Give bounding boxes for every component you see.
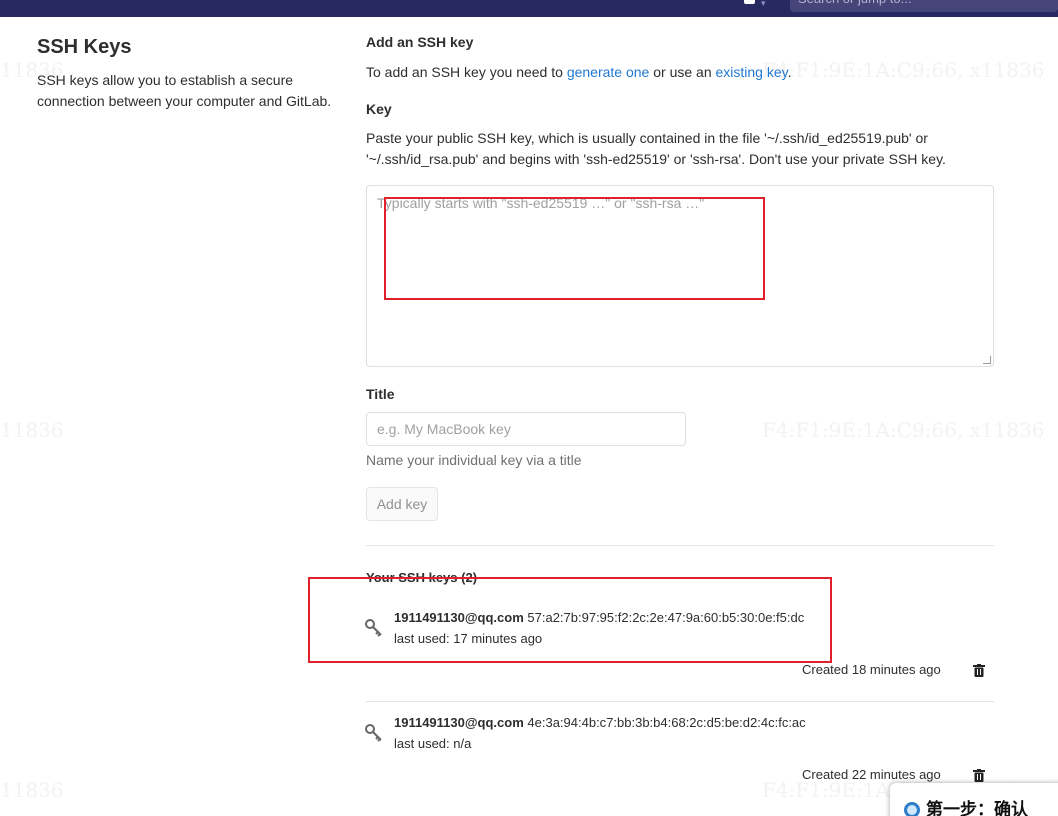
key-email[interactable]: 1911491130@qq.com — [394, 610, 524, 625]
trash-icon[interactable] — [973, 769, 985, 782]
add-key-heading: Add an SSH key — [366, 34, 474, 50]
key-created: Created 22 minutes ago — [802, 767, 941, 782]
trash-icon[interactable] — [973, 664, 985, 677]
key-email[interactable]: 1911491130@qq.com — [394, 715, 524, 730]
key-title-link[interactable]: 1911491130@qq.com 4e:3a:94:4b:c7:bb:3b:b… — [394, 715, 806, 730]
key-placeholder: Typically starts with "ssh-ed25519 …" or… — [377, 195, 705, 211]
top-navbar: ▾ Search or jump to... — [0, 0, 1058, 17]
generate-key-link[interactable]: generate one — [567, 64, 650, 80]
watermark: 11836 — [0, 418, 64, 442]
title-label: Title — [366, 386, 395, 402]
key-icon — [365, 619, 382, 637]
key-help-text: Paste your public SSH key, which is usua… — [366, 130, 946, 167]
divider — [366, 701, 994, 702]
page-description: SSH keys allow you to establish a secure… — [37, 72, 332, 109]
key-fingerprint: 57:a2:7b:97:95:f2:2c:2e:47:9a:60:b5:30:0… — [527, 610, 805, 625]
title-help-text: Name your individual key via a title — [366, 452, 582, 468]
key-textarea[interactable]: Typically starts with "ssh-ed25519 …" or… — [366, 185, 994, 367]
watermark: F4:F1:9E:1A:C9:66, x11836 — [762, 58, 1045, 82]
key-label: Key — [366, 101, 392, 117]
intro-text: or use an — [649, 64, 716, 80]
intro-text: To add an SSH key you need to — [366, 64, 567, 80]
add-key-button[interactable]: Add key — [366, 487, 438, 521]
magnifier-icon — [904, 802, 920, 816]
tip-text: 第一步：确认 — [926, 800, 1028, 816]
key-last-used: last used: 17 minutes ago — [394, 631, 543, 646]
title-input[interactable]: e.g. My MacBook key — [366, 412, 686, 446]
intro-text: . — [787, 64, 792, 80]
plus-icon[interactable] — [744, 0, 755, 4]
resize-handle-icon[interactable] — [983, 356, 991, 364]
chevron-down-icon[interactable]: ▾ — [761, 0, 766, 9]
existing-key-link[interactable]: existing key — [716, 64, 788, 80]
tip-popup[interactable]: 第一步：确认 — [890, 783, 1058, 816]
key-title-link[interactable]: 1911491130@qq.com 57:a2:7b:97:95:f2:2c:2… — [394, 610, 804, 625]
key-created: Created 18 minutes ago — [802, 662, 941, 677]
keys-list-heading: Your SSH keys (2) — [366, 570, 478, 585]
divider — [366, 545, 994, 546]
watermark: 11836 — [0, 778, 64, 802]
add-key-intro: To add an SSH key you need to generate o… — [366, 62, 792, 83]
watermark: F4:F1:9E:1A:C9:66, x11836 — [762, 418, 1045, 442]
key-icon — [365, 724, 382, 742]
search-input[interactable]: Search or jump to... — [790, 0, 1058, 12]
page-title: SSH Keys — [37, 36, 132, 58]
key-fingerprint: 4e:3a:94:4b:c7:bb:3b:b4:68:2c:d5:be:d2:4… — [527, 715, 806, 730]
key-last-used: last used: n/a — [394, 736, 472, 751]
